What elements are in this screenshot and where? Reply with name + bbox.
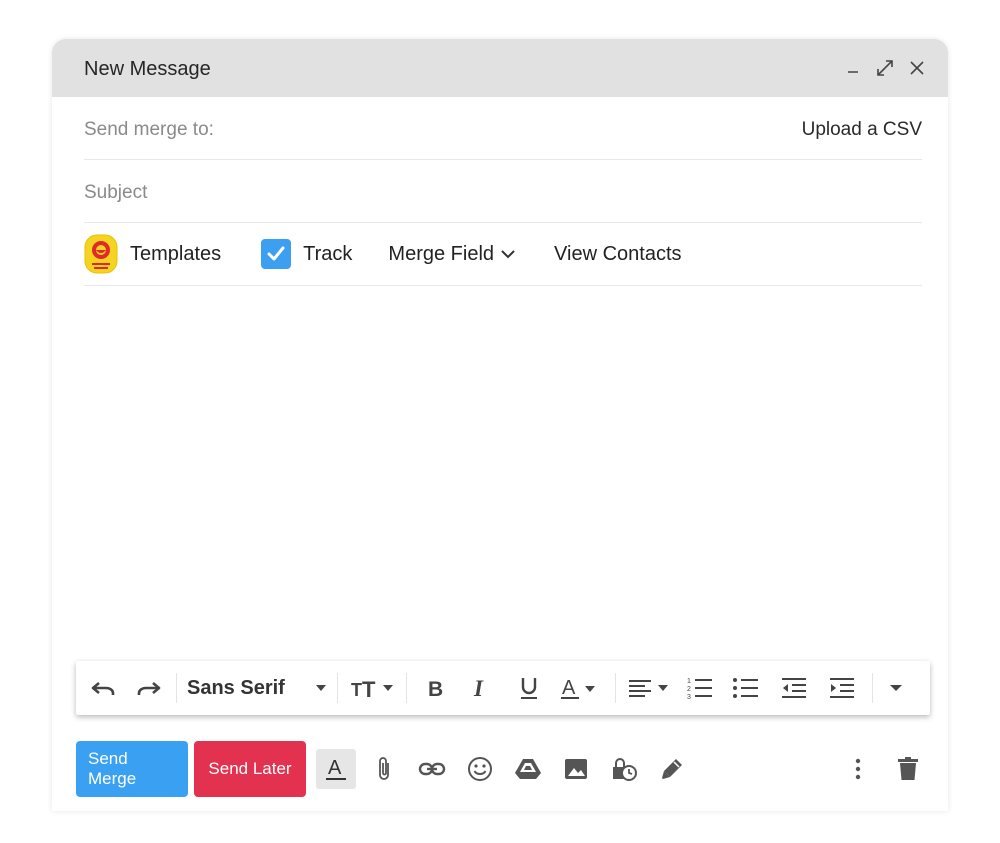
svg-text:A: A	[562, 677, 576, 699]
svg-text:A: A	[328, 757, 342, 779]
minimize-icon[interactable]	[842, 57, 864, 79]
subject-row[interactable]: Subject	[84, 160, 922, 223]
bold-icon[interactable]: B	[413, 668, 457, 708]
toolbar-divider	[615, 673, 616, 703]
confidential-mode-icon[interactable]	[604, 749, 644, 789]
more-options-icon[interactable]	[838, 749, 878, 789]
window-controls	[842, 57, 928, 79]
drive-icon[interactable]	[508, 749, 548, 789]
svg-text:B: B	[428, 678, 443, 699]
close-icon[interactable]	[906, 57, 928, 79]
recipients-input[interactable]: Send merge to:	[84, 119, 214, 141]
toolbar-divider	[337, 673, 338, 703]
compose-title: New Message	[84, 58, 211, 80]
bulleted-list-icon[interactable]	[722, 668, 770, 708]
caret-down-icon	[316, 685, 326, 691]
signature-icon[interactable]	[652, 749, 692, 789]
attach-icon[interactable]	[364, 749, 404, 789]
view-contacts-label: View Contacts	[554, 242, 682, 265]
photo-icon[interactable]	[556, 749, 596, 789]
text-size-icon[interactable]: TT	[344, 668, 400, 708]
compose-window: New Message Send merge to: Upload a CSV …	[52, 39, 948, 811]
emoji-icon[interactable]	[460, 749, 500, 789]
chevron-down-icon	[500, 248, 516, 260]
upload-csv-link[interactable]: Upload a CSV	[802, 119, 922, 141]
text-color-icon[interactable]: A	[553, 668, 609, 708]
toolbar-divider	[872, 673, 873, 703]
italic-icon[interactable]: I	[457, 668, 505, 708]
numbered-list-icon[interactable]: 123	[678, 668, 722, 708]
expand-icon[interactable]	[874, 57, 896, 79]
gmass-logo-icon	[84, 234, 118, 274]
font-select-value: Sans Serif	[187, 676, 285, 699]
trash-icon[interactable]	[888, 749, 928, 789]
compose-header[interactable]: New Message	[52, 39, 948, 97]
compose-secondary-actions	[838, 749, 928, 789]
merge-field-dropdown[interactable]: Merge Field	[388, 243, 516, 266]
templates-label: Templates	[130, 242, 222, 265]
formatting-toolbar: Sans Serif TT B I A 123	[76, 661, 930, 715]
toolbar-divider	[176, 673, 177, 703]
merge-tools-row: Templates Track Merge Field View Contact…	[84, 223, 922, 286]
font-select-dropdown[interactable]: Sans Serif	[183, 668, 331, 708]
redo-icon[interactable]	[126, 668, 170, 708]
svg-text:1: 1	[687, 678, 691, 685]
send-later-button[interactable]: Send Later	[194, 741, 306, 797]
svg-text:3: 3	[687, 694, 691, 700]
send-merge-button[interactable]: Send Merge	[76, 741, 188, 797]
link-icon[interactable]	[412, 749, 452, 789]
track-label: Track	[303, 242, 353, 265]
more-formatting-icon[interactable]	[879, 668, 913, 708]
indent-less-icon[interactable]	[770, 668, 818, 708]
svg-text:T: T	[362, 677, 376, 700]
indent-more-icon[interactable]	[818, 668, 866, 708]
view-contacts-button[interactable]: View Contacts	[554, 243, 681, 266]
toolbar-divider	[406, 673, 407, 703]
track-checkbox[interactable]	[261, 239, 292, 269]
merge-field-label: Merge Field	[388, 242, 495, 265]
svg-text:I: I	[473, 677, 484, 699]
svg-text:T: T	[351, 680, 362, 700]
formatting-options-icon[interactable]: A	[316, 749, 356, 789]
align-icon[interactable]	[622, 668, 678, 708]
track-toggle[interactable]: Track	[261, 239, 352, 269]
templates-button[interactable]: Templates	[84, 234, 221, 274]
subject-input[interactable]: Subject	[84, 182, 147, 204]
underline-icon[interactable]	[505, 668, 553, 708]
message-body[interactable]	[84, 287, 922, 657]
recipients-row[interactable]: Send merge to: Upload a CSV	[84, 97, 922, 160]
compose-actions: Send Merge Send Later A	[76, 741, 930, 797]
undo-icon[interactable]	[86, 668, 122, 708]
svg-text:2: 2	[687, 686, 691, 693]
